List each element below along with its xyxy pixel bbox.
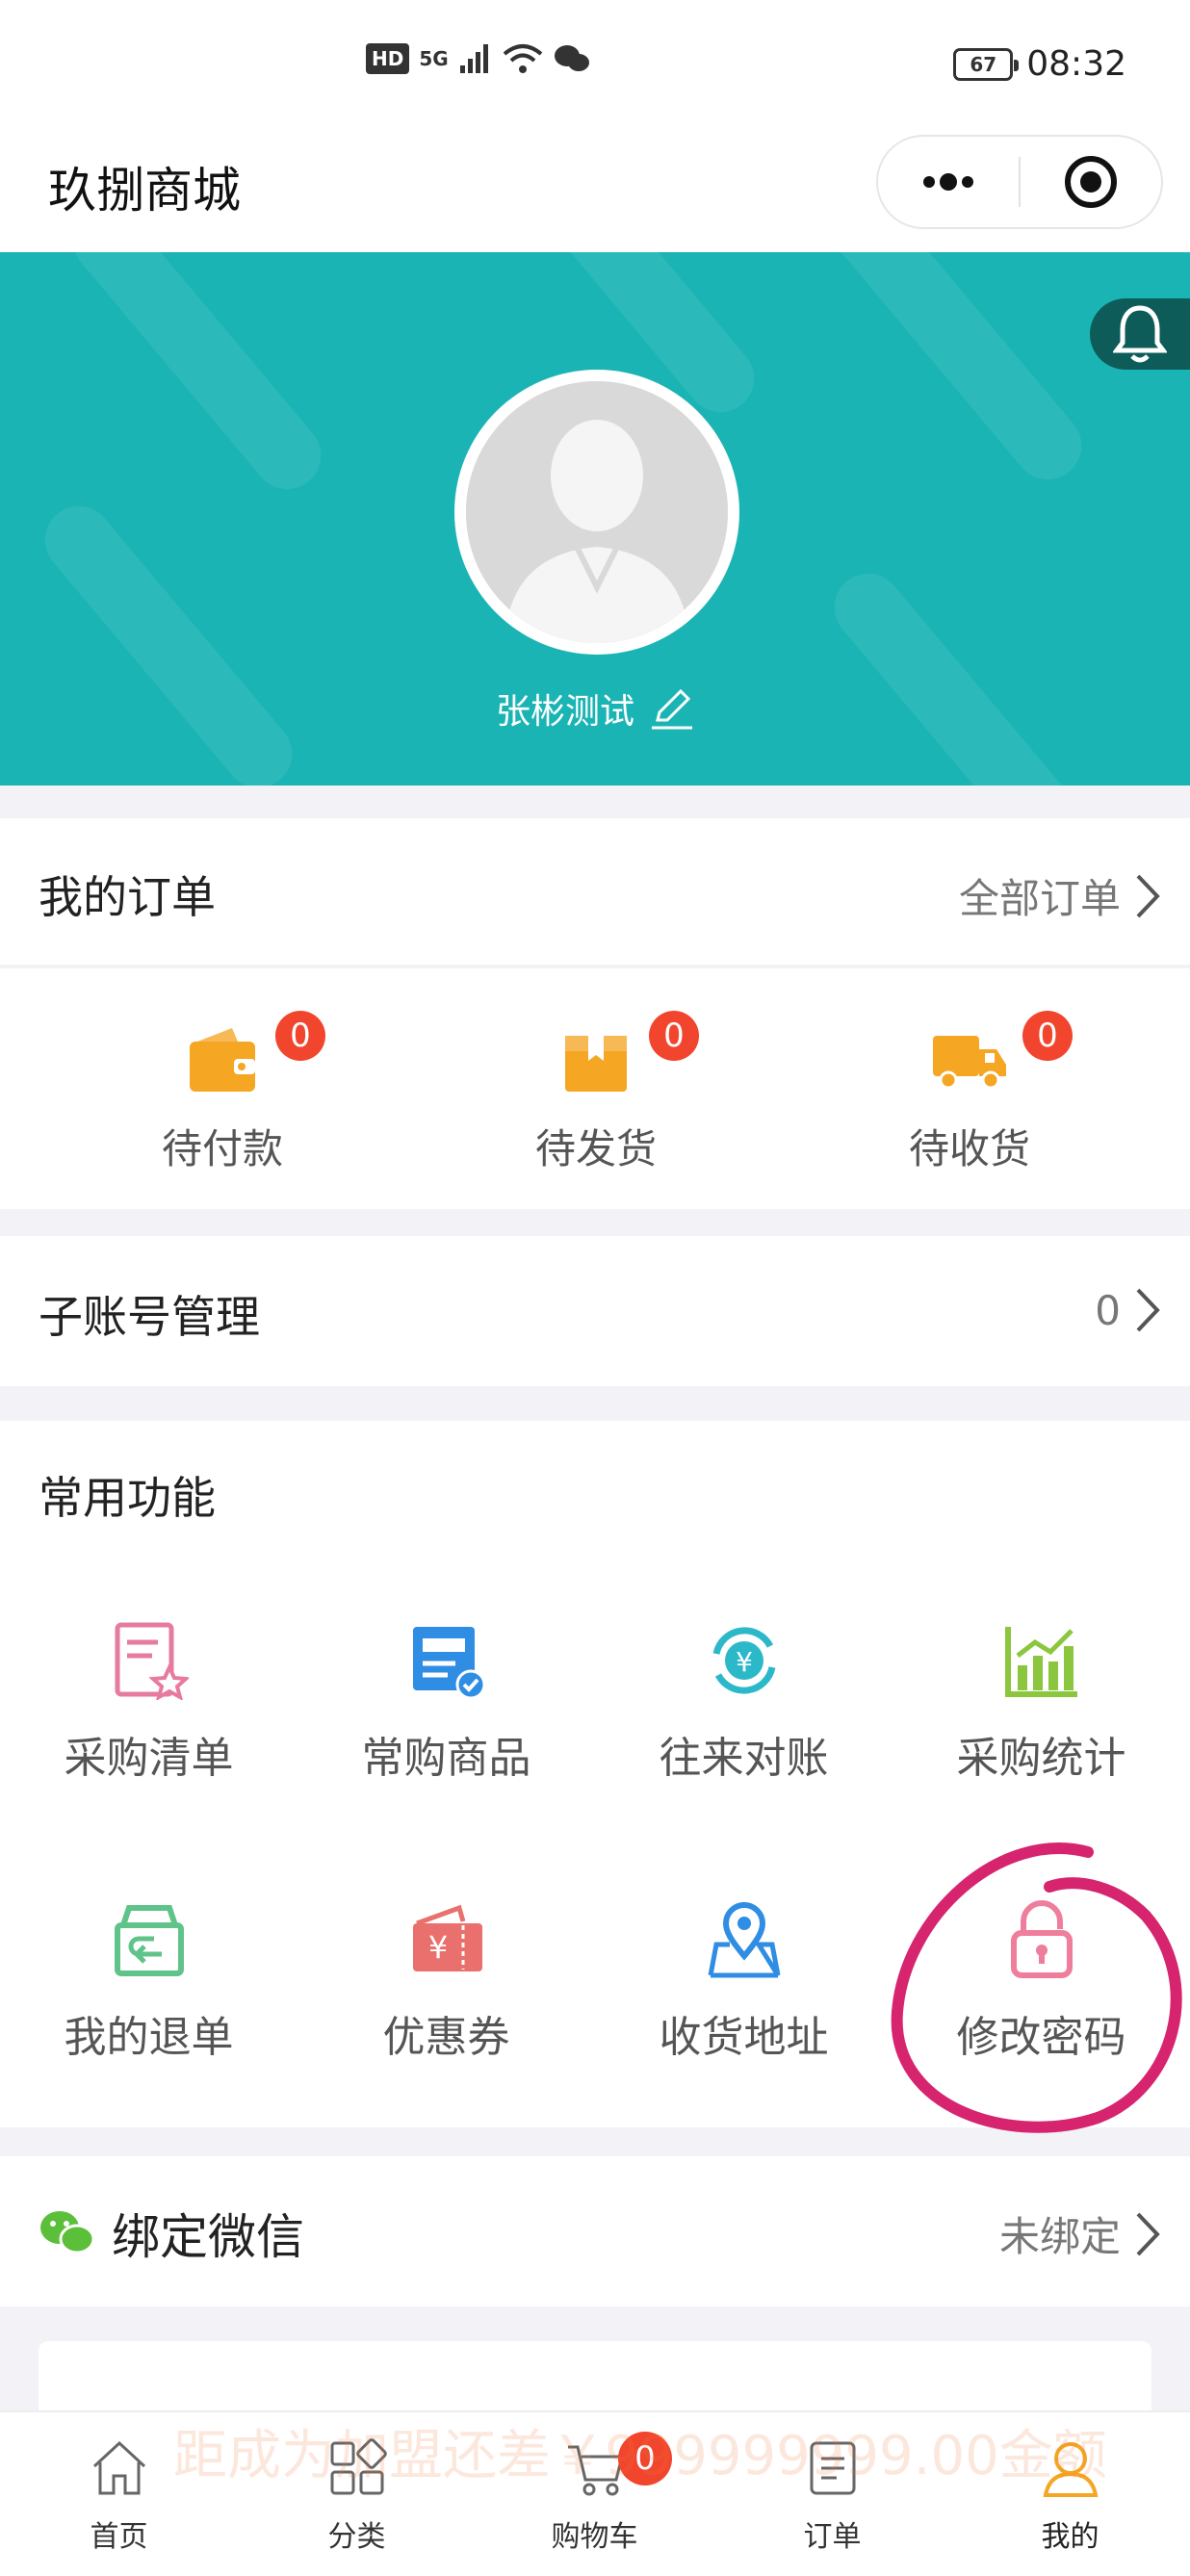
bind-wechat-row[interactable]: 绑定微信 未绑定: [0, 2156, 1190, 2306]
svg-text:¥: ¥: [736, 1646, 753, 1678]
lock-icon: [1011, 1900, 1073, 1978]
tab-label: 分类: [327, 2520, 386, 2554]
function-label: 收货地址: [659, 2013, 829, 2062]
username: 张彬测试: [495, 692, 634, 732]
notification-button[interactable]: [1090, 298, 1190, 370]
default-user-icon: [466, 381, 728, 643]
more-button[interactable]: [878, 137, 1019, 227]
coupon-icon: ¥: [413, 1904, 482, 1971]
wechat-icon: [40, 2211, 94, 2254]
chevron-right-icon: [1136, 2212, 1160, 2255]
function-label: 采购清单: [64, 1734, 234, 1783]
function-label: 常购商品: [361, 1734, 531, 1783]
box-icon: [565, 1036, 627, 1092]
clock: 08:32: [1026, 44, 1126, 84]
order-pending-receipt[interactable]: 0 待收货: [782, 1003, 1157, 1176]
return-icon: [115, 1905, 184, 1976]
target-icon: [1064, 156, 1117, 208]
chevron-right-icon: [1136, 874, 1160, 917]
network-label: 5G: [419, 47, 449, 70]
order-status-label: 待发货: [534, 1125, 657, 1172]
functions-grid: 采购清单 常购商品 ¥ 往来对账 采购统计 我的退单 ¥ 优惠券 收货地址 修改…: [0, 1559, 1190, 2127]
wifi-icon: [503, 44, 542, 73]
tab-label: 购物车: [551, 2520, 638, 2554]
orders-title: 我的订单: [39, 871, 216, 923]
order-status-label: 待付款: [161, 1125, 283, 1172]
battery-level: 67: [970, 52, 997, 76]
truck-icon: [933, 1036, 1006, 1090]
function-reconciliation[interactable]: ¥ 往来对账: [595, 1559, 892, 1839]
function-address[interactable]: 收货地址: [595, 1839, 892, 2118]
chevron-right-icon: [1136, 1288, 1160, 1332]
all-orders-link[interactable]: 全部订单: [959, 866, 1161, 925]
order-status-label: 待收货: [908, 1125, 1030, 1172]
function-label: 修改密码: [956, 2013, 1126, 2062]
sub-account-count-link[interactable]: 0: [1095, 1286, 1161, 1334]
tab-label: 我的: [1041, 2520, 1099, 2554]
avatar[interactable]: [454, 370, 739, 655]
wechat-bind-status: 未绑定: [998, 2213, 1121, 2260]
order-pending-payment[interactable]: 0 待付款: [35, 1003, 410, 1176]
function-change-password[interactable]: 修改密码: [892, 1839, 1190, 2118]
tab-label: 首页: [90, 2520, 148, 2554]
sub-account-row[interactable]: 子账号管理 0: [0, 1236, 1190, 1386]
orders-header[interactable]: 我的订单 全部订单: [0, 818, 1190, 965]
frequent-goods-icon: [413, 1627, 486, 1700]
function-statistics[interactable]: 采购统计: [892, 1559, 1190, 1839]
order-pending-shipment[interactable]: 0 待发货: [408, 1003, 784, 1176]
function-returns[interactable]: 我的退单: [0, 1839, 298, 2118]
function-frequent-goods[interactable]: 常购商品: [298, 1559, 595, 1839]
edit-pencil-icon[interactable]: [648, 685, 694, 732]
signal-icon: [459, 44, 488, 73]
decor-streak: [31, 492, 306, 786]
battery-icon: 67: [953, 47, 1020, 81]
svg-text:¥: ¥: [428, 1929, 448, 1966]
nav-bar: 玖捌商城: [0, 125, 1190, 252]
sub-account-title: 子账号管理: [39, 1291, 260, 1343]
function-coupons[interactable]: ¥ 优惠券: [298, 1839, 595, 2118]
tab-label: 订单: [803, 2520, 862, 2554]
decor-streak: [820, 559, 1096, 786]
page-title: 玖捌商城: [48, 163, 241, 219]
sub-account-count: 0: [1095, 1286, 1121, 1334]
function-label: 采购统计: [956, 1734, 1126, 1783]
profile-header: 张彬测试: [0, 252, 1190, 786]
count-badge: 0: [1022, 1011, 1073, 1061]
function-label: 优惠券: [382, 2013, 510, 2062]
functions-title: 常用功能: [39, 1472, 216, 1524]
status-icons: HD 5G: [366, 42, 591, 75]
decor-streak: [60, 252, 335, 503]
status-bar: HD 5G 67 08:32: [0, 0, 1190, 125]
home-icon: [92, 2440, 145, 2495]
bell-icon: [1113, 305, 1167, 363]
wechat-status-icon: [554, 45, 589, 71]
hd-indicator: HD: [366, 43, 410, 74]
function-label: 我的退单: [64, 2013, 234, 2062]
reconciliation-icon: ¥: [712, 1627, 776, 1694]
count-badge: 0: [649, 1011, 699, 1061]
purchase-list-icon: [115, 1622, 189, 1700]
franchise-progress-card: [39, 2341, 1151, 2418]
functions-header: 常用功能: [0, 1421, 1190, 1559]
function-label: 往来对账: [659, 1734, 829, 1783]
username-row[interactable]: 张彬测试: [0, 683, 1190, 734]
wechat-status-link[interactable]: 未绑定: [999, 2204, 1161, 2263]
more-dots-icon: [923, 173, 973, 191]
decor-streak: [820, 252, 1096, 494]
address-icon: [708, 1902, 781, 1978]
franchise-progress-text: 距成为加盟还差￥999999999.00金额: [173, 2425, 1107, 2487]
count-badge: 0: [275, 1011, 325, 1061]
all-orders-label: 全部订单: [958, 875, 1121, 922]
avatar-image: [466, 381, 728, 643]
order-status-row: 0 待付款 0 待发货 0 待收货: [0, 968, 1190, 1209]
statistics-icon: [1005, 1627, 1077, 1697]
bind-wechat-title: 绑定微信: [112, 2209, 304, 2265]
function-purchase-list[interactable]: 采购清单: [0, 1559, 298, 1839]
close-miniprogram-button[interactable]: [1021, 137, 1161, 227]
miniprogram-capsule: [876, 135, 1163, 229]
wallet-icon: [190, 1028, 255, 1092]
status-right: 67 08:32: [953, 44, 1126, 84]
